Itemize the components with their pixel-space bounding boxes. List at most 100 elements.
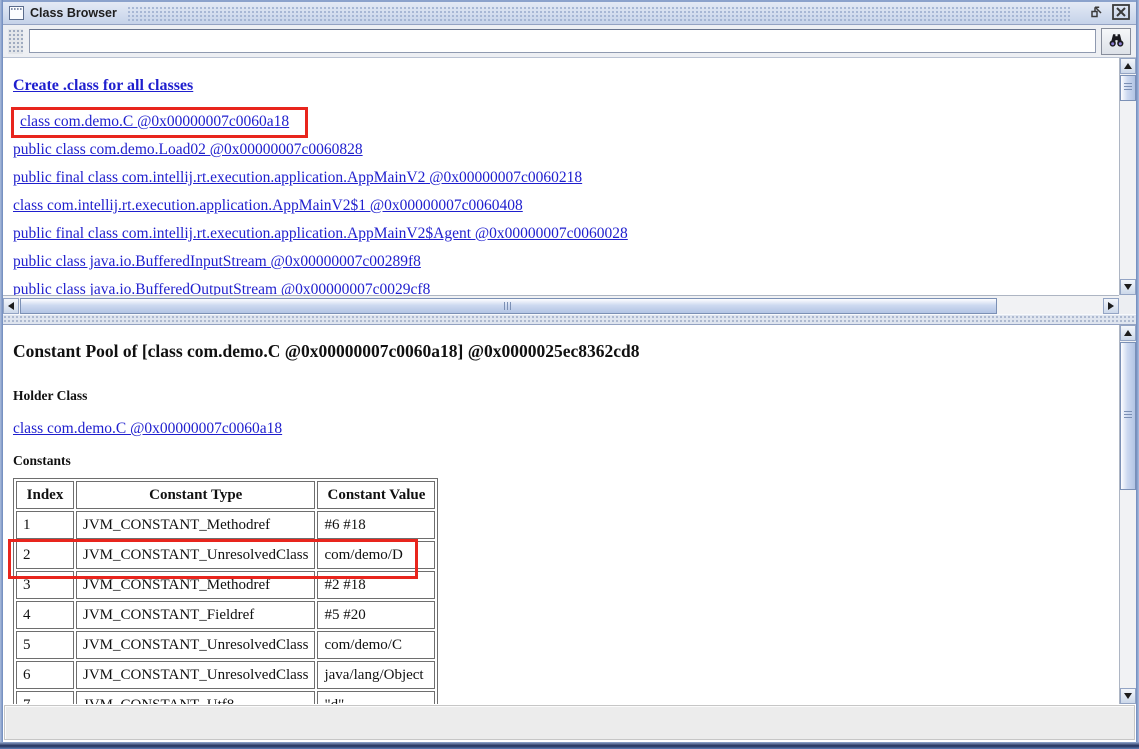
window-title: Class Browser xyxy=(30,6,117,20)
cell-value: java/lang/Object xyxy=(317,661,436,689)
status-bar xyxy=(4,705,1135,740)
class-link-row: class com.demo.C @0x00000007c0060a18 xyxy=(11,106,1119,138)
cell-type: JVM_CONSTANT_Fieldref xyxy=(76,601,316,629)
table-row: 6 JVM_CONSTANT_UnresolvedClass java/lang… xyxy=(16,661,436,689)
table-row: 1 JVM_CONSTANT_Methodref #6 #18 xyxy=(16,511,436,539)
bottom-panel-vscroll-thumb[interactable] xyxy=(1120,342,1136,490)
header-value: Constant Value xyxy=(317,481,436,509)
bottom-panel-vscrollbar[interactable] xyxy=(1119,325,1136,704)
table-row: 3 JVM_CONSTANT_Methodref #2 #18 xyxy=(16,571,436,599)
triangle-up-icon xyxy=(1124,330,1132,336)
cell-type: JVM_CONSTANT_Methodref xyxy=(76,511,316,539)
cell-index: 4 xyxy=(16,601,74,629)
cell-type: JVM_CONSTANT_UnresolvedClass xyxy=(76,631,316,659)
triangle-down-icon xyxy=(1124,284,1132,290)
cell-value: #2 #18 xyxy=(317,571,436,599)
cell-type: JVM_CONSTANT_UnresolvedClass xyxy=(76,541,316,569)
triangle-left-icon xyxy=(8,302,14,310)
thumb-grip xyxy=(1124,83,1132,92)
toolbar-drag-handle[interactable] xyxy=(8,28,23,54)
header-index: Index xyxy=(16,481,74,509)
class-link-row: class com.intellij.rt.execution.applicat… xyxy=(13,192,1119,220)
class-browser-window: Class Browser Create .class for all clas… xyxy=(0,0,1139,749)
cell-value: com/demo/C xyxy=(317,631,436,659)
cell-value: #5 #20 xyxy=(317,601,436,629)
triangle-down-icon xyxy=(1124,693,1132,699)
table-row: 4 JVM_CONSTANT_Fieldref #5 #20 xyxy=(16,601,436,629)
class-link-row: public class java.io.BufferedInputStream… xyxy=(13,248,1119,276)
create-class-link[interactable]: Create .class for all classes xyxy=(13,77,193,95)
header-type: Constant Type xyxy=(76,481,316,509)
thumb-grip xyxy=(503,302,513,310)
class-link[interactable]: public class java.io.BufferedOutputStrea… xyxy=(13,281,430,295)
titlebar-texture xyxy=(126,5,1072,21)
class-list-content: Create .class for all classes class com.… xyxy=(3,58,1119,295)
triangle-up-icon xyxy=(1124,63,1132,69)
table-row: 7 JVM_CONSTANT_Utf8 "d" xyxy=(16,691,436,704)
scroll-down-button[interactable] xyxy=(1120,688,1136,704)
top-panel-vscroll-thumb[interactable] xyxy=(1120,75,1136,101)
class-link[interactable]: public class com.demo.Load02 @0x00000007… xyxy=(13,141,363,159)
split-pane-divider[interactable] xyxy=(3,314,1136,325)
cell-type: JVM_CONSTANT_UnresolvedClass xyxy=(76,661,316,689)
holder-class-link[interactable]: class com.demo.C @0x00000007c0060a18 xyxy=(13,420,282,437)
scroll-right-button[interactable] xyxy=(1103,298,1119,314)
constant-pool-content: Constant Pool of [class com.demo.C @0x00… xyxy=(3,325,1119,704)
class-link[interactable]: public class java.io.BufferedInputStream… xyxy=(13,253,421,271)
window-icon xyxy=(9,6,24,20)
class-link[interactable]: public final class com.intellij.rt.execu… xyxy=(13,169,582,187)
find-button[interactable] xyxy=(1101,27,1131,55)
cell-type: JVM_CONSTANT_Utf8 xyxy=(76,691,316,704)
cell-type: JVM_CONSTANT_Methodref xyxy=(76,571,316,599)
class-link[interactable]: class com.demo.C @0x00000007c0060a18 xyxy=(20,113,289,130)
class-link-row: public final class com.intellij.rt.execu… xyxy=(13,164,1119,192)
top-panel-vscrollbar[interactable] xyxy=(1119,58,1136,295)
constant-pool-panel: Constant Pool of [class com.demo.C @0x00… xyxy=(3,325,1136,704)
class-link-row: public class java.io.BufferedOutputStrea… xyxy=(13,276,1119,295)
cell-index: 3 xyxy=(16,571,74,599)
class-filter-input[interactable] xyxy=(29,29,1096,53)
constant-pool-title: Constant Pool of [class com.demo.C @0x00… xyxy=(13,341,640,361)
top-panel-hscrollbar[interactable] xyxy=(3,295,1119,314)
thumb-grip xyxy=(1124,411,1132,420)
highlight-box-class-link: class com.demo.C @0x00000007c0060a18 xyxy=(11,106,309,138)
table-row: 2 JVM_CONSTANT_UnresolvedClass com/demo/… xyxy=(16,541,436,569)
class-link[interactable]: public final class com.intellij.rt.execu… xyxy=(13,225,628,243)
constants-heading: Constants xyxy=(13,453,71,468)
scroll-up-button[interactable] xyxy=(1120,58,1136,74)
table-row: 5 JVM_CONSTANT_UnresolvedClass com/demo/… xyxy=(16,631,436,659)
window-border-bottom xyxy=(0,742,1139,749)
close-button[interactable] xyxy=(1112,3,1130,23)
cell-value: #6 #18 xyxy=(317,511,436,539)
scroll-left-button[interactable] xyxy=(3,298,19,314)
window-border-left xyxy=(0,0,3,749)
cell-index: 6 xyxy=(16,661,74,689)
restore-icon xyxy=(1089,4,1105,22)
triangle-right-icon xyxy=(1108,302,1114,310)
class-link[interactable]: class com.intellij.rt.execution.applicat… xyxy=(13,197,523,215)
binoculars-icon xyxy=(1108,32,1125,51)
class-link-row: public final class com.intellij.rt.execu… xyxy=(13,220,1119,248)
top-panel-hscroll-thumb[interactable] xyxy=(20,298,997,314)
close-icon xyxy=(1112,3,1130,23)
create-class-row: Create .class for all classes xyxy=(13,72,1119,100)
table-header-row: Index Constant Type Constant Value xyxy=(16,481,436,509)
title-bar[interactable]: Class Browser xyxy=(3,2,1136,25)
restore-button[interactable] xyxy=(1089,4,1105,22)
holder-class-row: class com.demo.C @0x00000007c0060a18 xyxy=(13,420,1119,438)
cell-value: "d" xyxy=(317,691,436,704)
scroll-up-button[interactable] xyxy=(1120,325,1136,341)
cell-index: 7 xyxy=(16,691,74,704)
scroll-down-button[interactable] xyxy=(1120,279,1136,295)
cell-index: 5 xyxy=(16,631,74,659)
class-link-row: public class com.demo.Load02 @0x00000007… xyxy=(13,136,1119,164)
constants-table: Index Constant Type Constant Value 1 JVM… xyxy=(13,478,439,704)
scrollbar-corner xyxy=(1119,295,1136,314)
constants-table-wrap: Index Constant Type Constant Value 1 JVM… xyxy=(8,478,439,704)
class-list-panel: Create .class for all classes class com.… xyxy=(3,58,1136,295)
find-toolbar xyxy=(3,25,1136,58)
cell-index: 2 xyxy=(16,541,74,569)
cell-value: com/demo/D xyxy=(317,541,436,569)
holder-class-heading: Holder Class xyxy=(13,388,88,403)
cell-index: 1 xyxy=(16,511,74,539)
